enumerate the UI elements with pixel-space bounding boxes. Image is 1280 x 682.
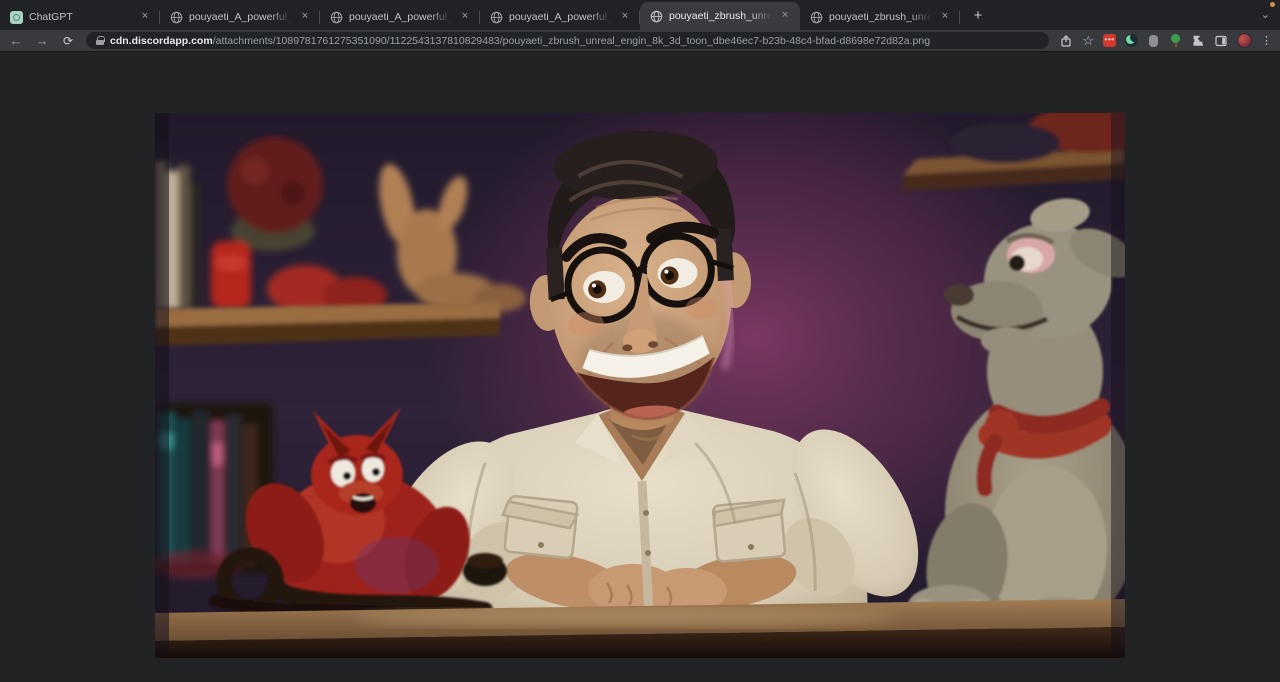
- tab-close-icon[interactable]: ×: [938, 10, 952, 24]
- globe-favicon-icon: [650, 10, 663, 23]
- back-icon[interactable]: ←: [8, 31, 24, 51]
- url-path: /attachments/1089781761275351090/1122543…: [213, 35, 930, 47]
- tab-pouyaeti-zbrush-active[interactable]: pouyaeti_zbrush_unreal_engin ×: [640, 2, 800, 30]
- share-icon[interactable]: [1059, 34, 1073, 48]
- page-viewport: [0, 52, 1280, 681]
- tab-pouyaeti-2[interactable]: pouyaeti_A_powerful_modern ×: [320, 4, 480, 30]
- globe-favicon-icon: [810, 11, 823, 24]
- address-bar[interactable]: cdn.discordapp.com/attachments/108978176…: [86, 32, 1049, 49]
- globe-favicon-icon: [330, 11, 343, 24]
- window-notification-dot: [1270, 2, 1275, 7]
- extensions-puzzle-icon[interactable]: [1191, 34, 1205, 48]
- profile-avatar[interactable]: [1237, 33, 1252, 48]
- tab-title: pouyaeti_zbrush_unreal_engin: [669, 10, 772, 22]
- tab-strip: ChatGPT × pouyaeti_A_powerful_modern × p…: [0, 0, 1280, 30]
- chatgpt-favicon-icon: [10, 11, 23, 24]
- browser-toolbar: ← → ⟳ cdn.discordapp.com/attachments/108…: [0, 30, 1280, 52]
- image-left-edge-shade: [155, 113, 169, 658]
- toolbar-actions: ☆ ••• ⋮: [1059, 33, 1272, 48]
- tab-close-icon[interactable]: ×: [778, 9, 792, 23]
- reload-icon[interactable]: ⟳: [60, 31, 76, 51]
- tab-title: pouyaeti_A_powerful_modern: [509, 11, 612, 23]
- side-panel-icon[interactable]: [1214, 34, 1228, 48]
- tab-close-icon[interactable]: ×: [298, 10, 312, 24]
- globe-favicon-icon: [170, 11, 183, 24]
- dark-reader-extension-icon[interactable]: [1125, 34, 1138, 47]
- tab-title: ChatGPT: [29, 11, 132, 23]
- tab-title: pouyaeti_zbrush_unreal_engin: [829, 11, 932, 23]
- grey-extension-icon[interactable]: [1149, 35, 1158, 47]
- tab-close-icon[interactable]: ×: [618, 10, 632, 24]
- lock-icon[interactable]: [96, 36, 104, 45]
- url-domain: cdn.discordapp.com: [110, 35, 213, 47]
- browser-menu-icon[interactable]: ⋮: [1261, 34, 1272, 48]
- image-right-edge-shade: [1111, 113, 1125, 658]
- url-text[interactable]: cdn.discordapp.com/attachments/108978176…: [110, 35, 930, 47]
- tab-search-chevron-icon[interactable]: ⌄: [1261, 8, 1270, 21]
- viewed-image[interactable]: [155, 113, 1125, 658]
- password-extension-icon[interactable]: •••: [1103, 34, 1116, 47]
- bookmark-star-icon[interactable]: ☆: [1082, 34, 1094, 48]
- tab-pouyaeti-zbrush-2[interactable]: pouyaeti_zbrush_unreal_engin ×: [800, 4, 960, 30]
- tab-pouyaeti-3[interactable]: pouyaeti_A_powerful_modern ×: [480, 4, 640, 30]
- tab-close-icon[interactable]: ×: [138, 10, 152, 24]
- tab-pouyaeti-1[interactable]: pouyaeti_A_powerful_modern ×: [160, 4, 320, 30]
- new-tab-button[interactable]: +: [966, 4, 990, 28]
- tab-chatgpt[interactable]: ChatGPT ×: [0, 4, 160, 30]
- tree-extension-icon[interactable]: [1169, 34, 1182, 47]
- tab-title: pouyaeti_A_powerful_modern: [189, 11, 292, 23]
- forward-icon[interactable]: →: [34, 31, 50, 51]
- tab-close-icon[interactable]: ×: [458, 10, 472, 24]
- globe-favicon-icon: [490, 11, 503, 24]
- tab-title: pouyaeti_A_powerful_modern: [349, 11, 452, 23]
